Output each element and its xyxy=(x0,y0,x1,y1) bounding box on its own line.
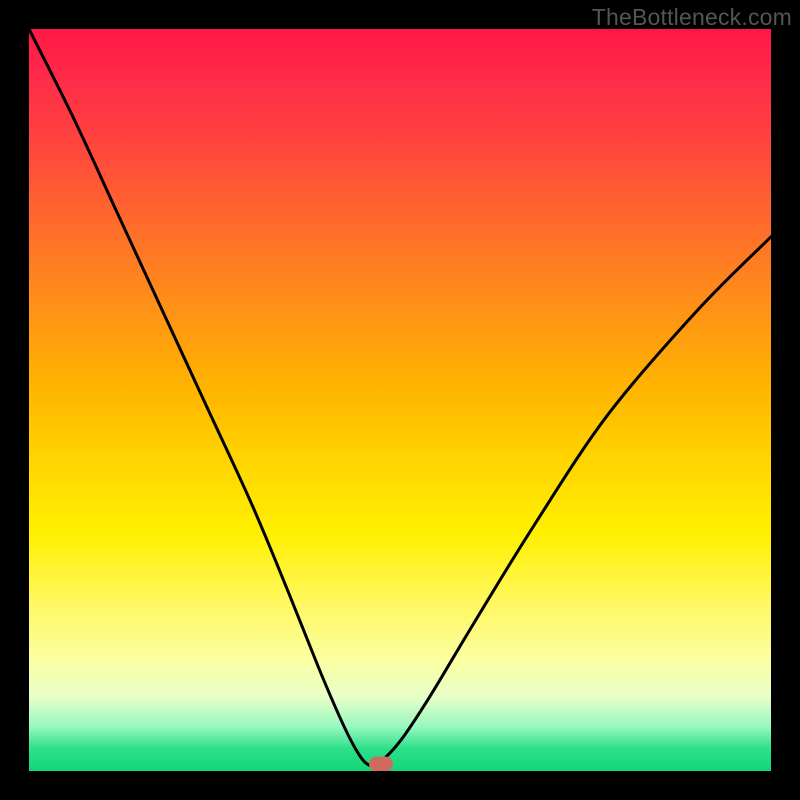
bottleneck-curve xyxy=(29,29,771,771)
optimal-marker xyxy=(369,756,393,771)
watermark-text: TheBottleneck.com xyxy=(592,4,792,31)
chart-area xyxy=(29,29,771,771)
